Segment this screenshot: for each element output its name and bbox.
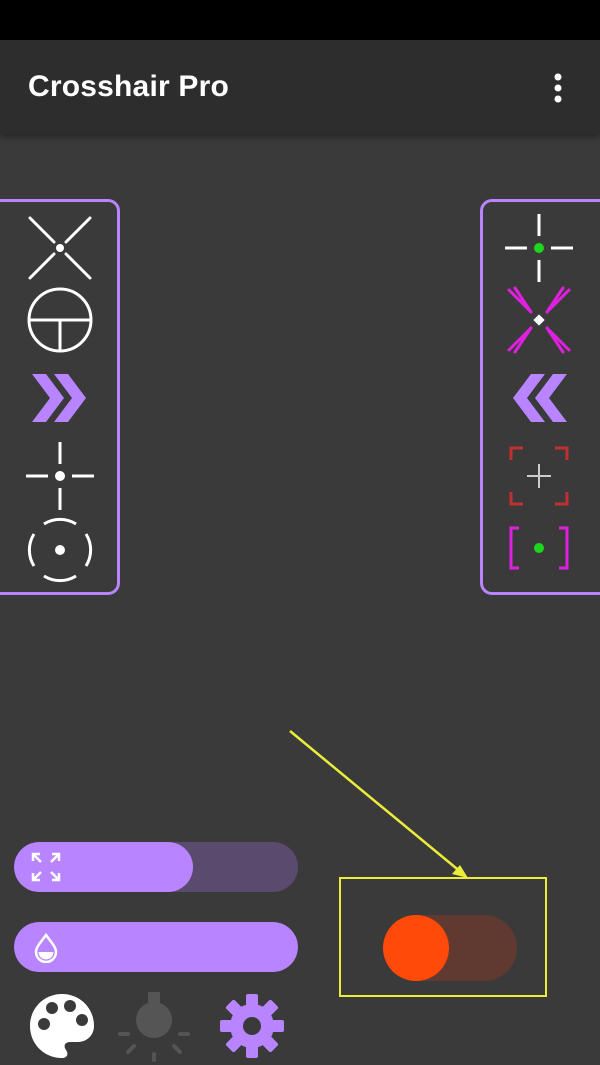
overlay-toggle[interactable] xyxy=(383,915,517,981)
brightness-icon[interactable] xyxy=(118,990,190,1062)
circle-dot-crosshair-icon[interactable] xyxy=(24,514,96,586)
app-title: Crosshair Pro xyxy=(28,70,229,103)
chevron-left-crosshair-icon[interactable] xyxy=(503,362,575,434)
chevron-right-crosshair-icon[interactable] xyxy=(24,362,96,434)
magenta-bracket-dot-crosshair-icon[interactable] xyxy=(503,512,575,584)
app-bar: Crosshair Pro xyxy=(0,40,600,134)
settings-gear-icon[interactable] xyxy=(216,990,288,1062)
green-dot-cross-crosshair-icon[interactable] xyxy=(503,212,575,284)
size-slider[interactable] xyxy=(14,842,298,892)
cross-dot-crosshair-icon[interactable] xyxy=(24,440,96,512)
magenta-x-crosshair-icon[interactable] xyxy=(503,284,575,356)
palette-icon[interactable] xyxy=(26,990,98,1062)
red-bracket-crosshair-icon[interactable] xyxy=(503,440,575,512)
toggle-thumb xyxy=(383,915,449,981)
expand-icon xyxy=(30,851,62,883)
opacity-drop-icon xyxy=(30,931,62,964)
status-bar xyxy=(0,0,600,40)
more-vert-icon[interactable] xyxy=(538,68,578,108)
opacity-slider[interactable] xyxy=(14,922,298,972)
scope-t-crosshair-icon[interactable] xyxy=(24,284,96,356)
x-dot-crosshair-icon[interactable] xyxy=(24,212,96,284)
